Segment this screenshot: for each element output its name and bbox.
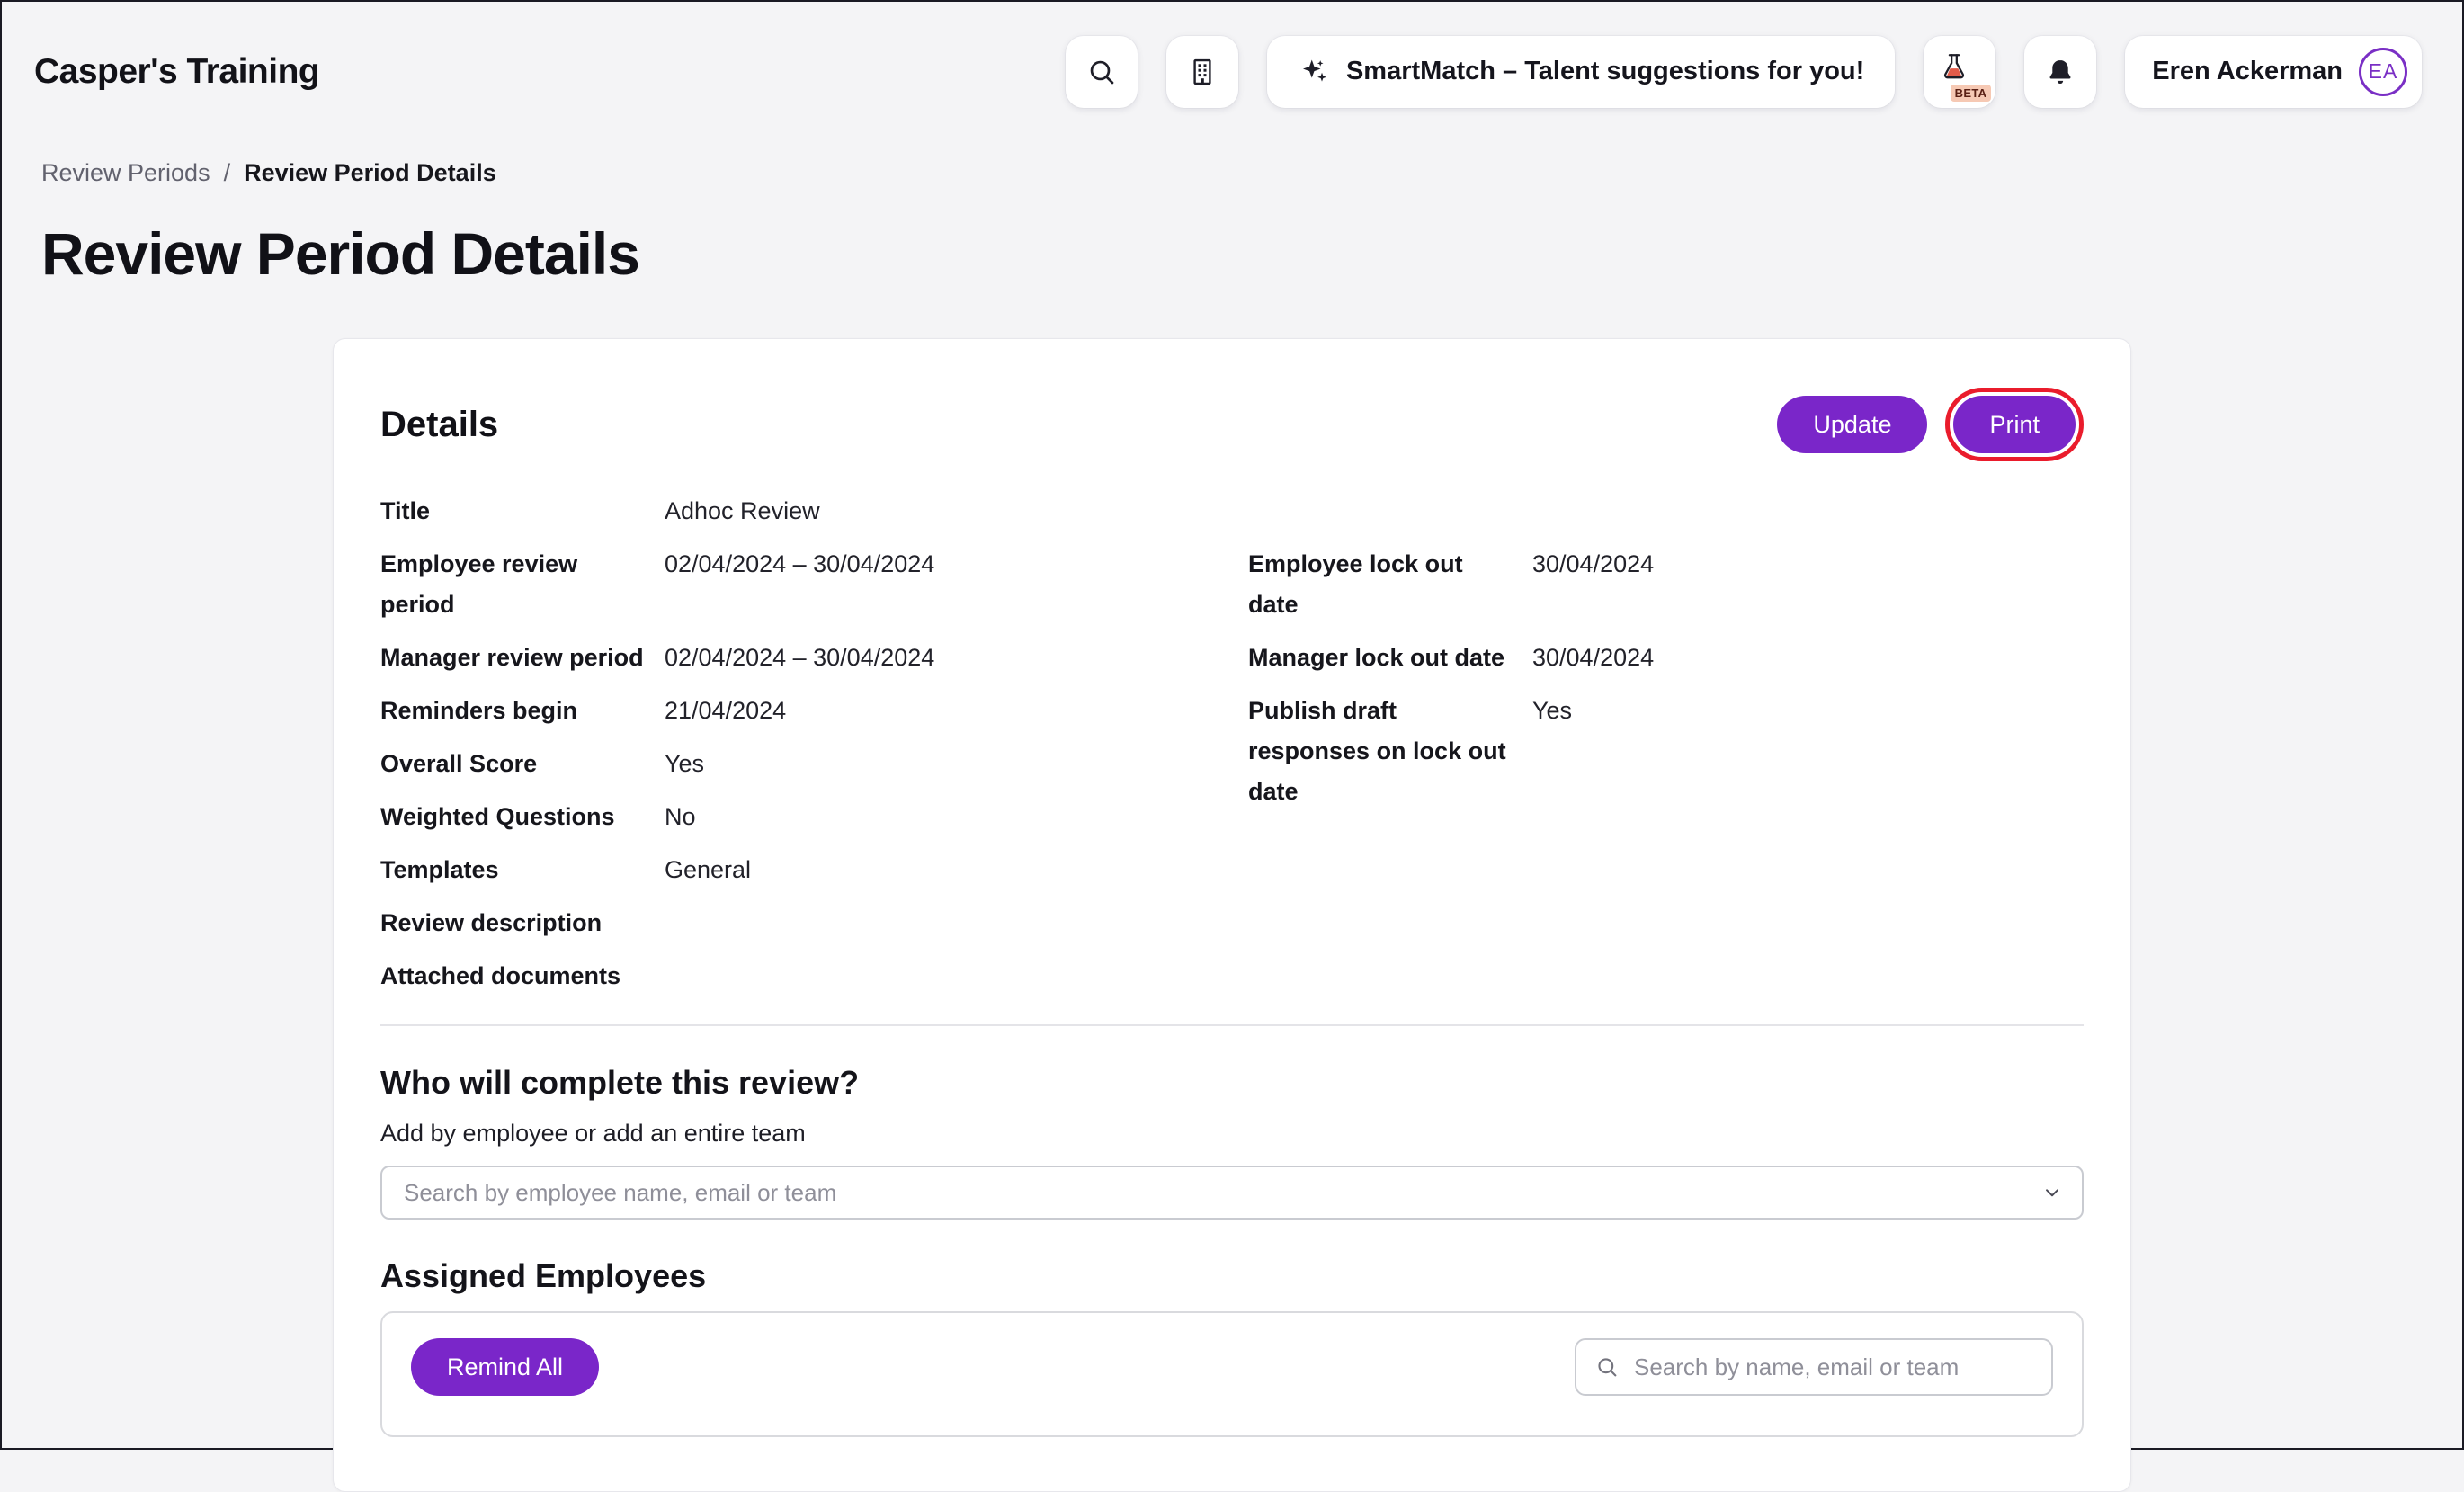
- card-header: Details Update Print: [380, 388, 2084, 461]
- search-icon: [1085, 56, 1118, 88]
- field-row-employee-review-period: Employee review period 02/04/2024 – 30/0…: [380, 538, 1248, 631]
- field-row-attached-documents: Attached documents: [380, 950, 1248, 1003]
- employee-team-search-select[interactable]: [380, 1166, 2084, 1220]
- field-row-publish-draft: Publish draft responses on lock out date…: [1248, 684, 2084, 818]
- field-label: Manager review period: [380, 638, 665, 678]
- assigned-employees-panel: Remind All: [380, 1311, 2084, 1437]
- assigned-employees-heading: Assigned Employees: [380, 1257, 2084, 1295]
- field-label: Title: [380, 491, 665, 532]
- user-menu-button[interactable]: Eren Ackerman EA: [2125, 36, 2422, 108]
- page-title: Review Period Details: [41, 219, 2462, 288]
- search-icon: [1594, 1354, 1620, 1380]
- field-value: Yes: [1532, 691, 1572, 812]
- field-label: Templates: [380, 850, 665, 890]
- details-card: Details Update Print Title Adhoc Review …: [333, 338, 2131, 1492]
- field-value: 30/04/2024: [1532, 638, 1654, 678]
- field-value: 02/04/2024 – 30/04/2024: [665, 544, 934, 625]
- fields-right-column: Employee lock out date 30/04/2024 Manage…: [1248, 538, 2084, 1003]
- field-row-reminders-begin: Reminders begin 21/04/2024: [380, 684, 1248, 737]
- field-value: 02/04/2024 – 30/04/2024: [665, 638, 934, 678]
- building-icon: [1186, 56, 1219, 88]
- field-value: Yes: [665, 744, 704, 784]
- bell-icon: [2044, 56, 2076, 88]
- field-label: Publish draft responses on lock out date: [1248, 691, 1532, 812]
- assigned-search-input[interactable]: [1632, 1353, 2033, 1382]
- field-row-overall-score: Overall Score Yes: [380, 737, 1248, 791]
- who-subtext: Add by employee or add an entire team: [380, 1120, 2084, 1148]
- print-button[interactable]: Print: [1953, 396, 2076, 453]
- field-label: Attached documents: [380, 956, 665, 996]
- flask-icon: [1939, 51, 1969, 82]
- breadcrumb-review-periods[interactable]: Review Periods: [41, 159, 210, 187]
- sparkle-icon: [1298, 56, 1330, 88]
- field-label: Overall Score: [380, 744, 665, 784]
- search-button[interactable]: [1066, 36, 1138, 108]
- notifications-button[interactable]: [2024, 36, 2096, 108]
- fields-left-column: Title Adhoc Review Employee review perio…: [380, 485, 1248, 1003]
- organisation-button[interactable]: [1166, 36, 1238, 108]
- field-label: Reminders begin: [380, 691, 665, 731]
- field-value: 21/04/2024: [665, 691, 786, 731]
- user-name: Eren Ackerman: [2152, 57, 2343, 86]
- who-heading: Who will complete this review?: [380, 1064, 2084, 1102]
- field-label: Employee lock out date: [1248, 544, 1532, 625]
- assigned-search-box[interactable]: [1575, 1338, 2053, 1396]
- avatar: EA: [2359, 48, 2407, 96]
- field-row-title: Title Adhoc Review: [380, 485, 1248, 538]
- labs-beta-button[interactable]: BETA: [1924, 36, 1995, 108]
- top-bar: Casper's Training: [2, 2, 2462, 132]
- smartmatch-button[interactable]: SmartMatch – Talent suggestions for you!: [1267, 36, 1895, 108]
- field-value: Adhoc Review: [665, 491, 820, 532]
- chevron-down-icon: [2040, 1167, 2064, 1218]
- field-value: General: [665, 850, 751, 890]
- field-row-weighted-questions: Weighted Questions No: [380, 791, 1248, 844]
- employee-team-search-input[interactable]: [382, 1179, 2082, 1207]
- field-row-templates: Templates General: [380, 844, 1248, 897]
- breadcrumb-separator: /: [224, 159, 231, 187]
- field-label: Review description: [380, 903, 665, 943]
- header-actions: SmartMatch – Talent suggestions for you!…: [1066, 36, 2422, 108]
- smartmatch-label: SmartMatch – Talent suggestions for you!: [1346, 57, 1864, 86]
- remind-all-button[interactable]: Remind All: [411, 1338, 599, 1396]
- field-row-employee-lock-out: Employee lock out date 30/04/2024: [1248, 538, 2084, 631]
- app-title: Casper's Training: [34, 52, 319, 92]
- details-heading: Details: [380, 405, 498, 445]
- field-label: Weighted Questions: [380, 797, 665, 837]
- details-fields: Title Adhoc Review Employee review perio…: [380, 485, 2084, 1003]
- print-button-highlight: Print: [1945, 388, 2084, 461]
- breadcrumb-current: Review Period Details: [244, 159, 496, 187]
- section-divider: [380, 1024, 2084, 1026]
- beta-badge: BETA: [1951, 85, 1992, 102]
- details-actions: Update Print: [1777, 388, 2084, 461]
- field-value: 30/04/2024: [1532, 544, 1654, 625]
- field-row-manager-review-period: Manager review period 02/04/2024 – 30/04…: [380, 631, 1248, 684]
- field-row-review-description: Review description: [380, 897, 1248, 950]
- breadcrumb: Review Periods / Review Period Details: [41, 159, 2462, 187]
- field-label: Manager lock out date: [1248, 638, 1532, 678]
- field-label: Employee review period: [380, 544, 665, 625]
- field-row-manager-lock-out: Manager lock out date 30/04/2024: [1248, 631, 2084, 684]
- update-button[interactable]: Update: [1777, 396, 1927, 453]
- field-value: No: [665, 797, 696, 837]
